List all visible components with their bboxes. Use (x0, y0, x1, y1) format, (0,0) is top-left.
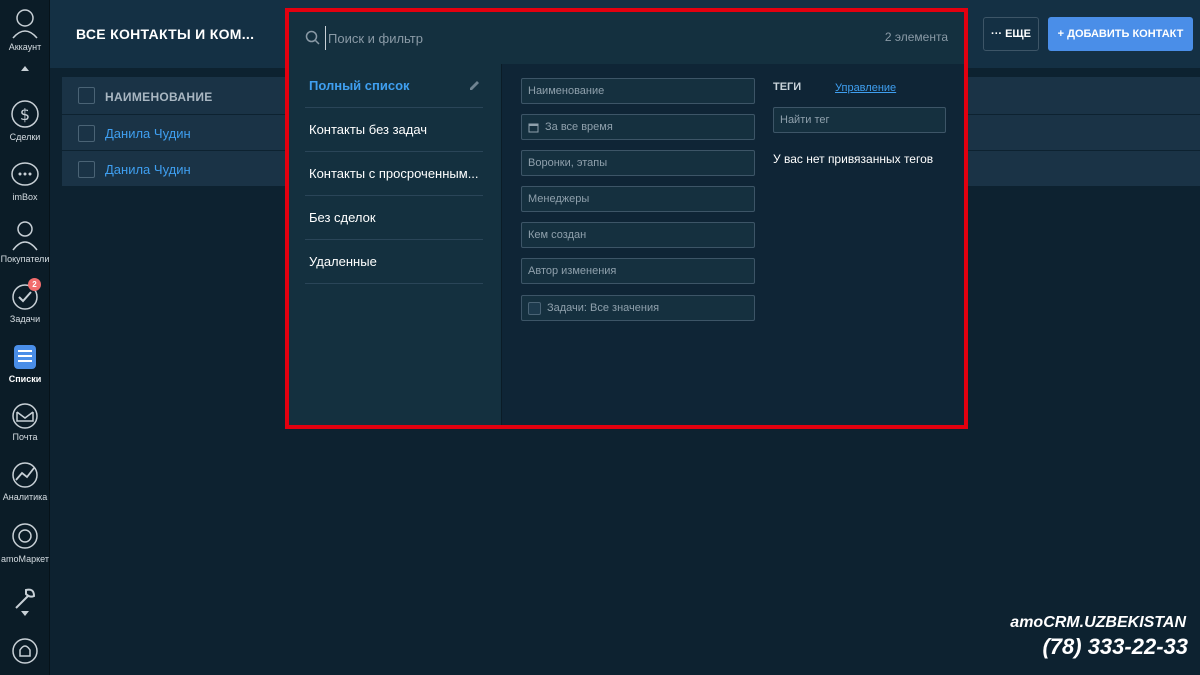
sidebar-item-imbox[interactable]: imBox (0, 160, 50, 202)
lists-icon (14, 345, 36, 369)
filter-name-field[interactable]: Наименование (521, 78, 755, 104)
chat-icon (11, 162, 39, 186)
sidebar-item-label: Аккаунт (8, 42, 42, 52)
contact-link[interactable]: Данила Чудин (105, 162, 191, 177)
sidebar-item-label: Аналитика (2, 492, 48, 502)
filter-search-bar: 2 элемента (289, 12, 964, 64)
sidebar-item-lists[interactable]: Списки (0, 342, 50, 384)
svg-text:$: $ (20, 105, 30, 124)
sidebar-item-label: Почта (12, 432, 38, 442)
left-sidebar: Аккаунт $ Сделки imBox Покупатели 2 Зада… (0, 0, 50, 675)
sidebar-item-label: Покупатели (0, 254, 50, 264)
filter-panel: 2 элемента Полный список Контакты без за… (285, 8, 968, 429)
contact-link[interactable]: Данила Чудин (105, 126, 191, 141)
tags-manage-link[interactable]: Управление (835, 82, 896, 94)
mail-icon (12, 403, 38, 429)
preset-full-list[interactable]: Полный список (305, 64, 483, 108)
tags-title: ТЕГИ (773, 81, 802, 93)
select-all-checkbox[interactable] (78, 87, 95, 104)
settings-icon (15, 588, 36, 609)
page-title[interactable]: ВСЕ КОНТАКТЫ И КОМ... (76, 26, 254, 42)
sidebar-item-label: Списки (8, 374, 42, 384)
preset-overdue[interactable]: Контакты с просроченным... (305, 152, 483, 196)
add-contact-button[interactable]: + ДОБАВИТЬ КОНТАКТ (1048, 17, 1193, 51)
column-header-name[interactable]: НАИМЕНОВАНИЕ (105, 90, 213, 104)
dollar-icon: $ (11, 100, 39, 128)
filter-created-by-field[interactable]: Кем создан (521, 222, 755, 248)
filter-tasks-field[interactable]: Задачи: Все значения (521, 295, 755, 321)
sidebar-item-customers[interactable]: Покупатели (0, 218, 50, 264)
tasks-badge: 2 (28, 278, 41, 291)
search-icon (305, 30, 320, 45)
sidebar-item-label: amoМаркет (1, 554, 49, 564)
tasks-checkbox[interactable] (528, 301, 541, 315)
chevron-up-icon (21, 66, 29, 71)
row-checkbox[interactable] (78, 125, 95, 142)
customers-icon (12, 221, 38, 251)
chevron-down-icon (21, 611, 29, 616)
sidebar-scroll-up[interactable] (0, 64, 50, 74)
watermark-phone: (78) 333-22-33 (1042, 634, 1188, 659)
analytics-icon (12, 462, 38, 488)
preset-no-deals[interactable]: Без сделок (305, 196, 483, 240)
sidebar-item-deals[interactable]: $ Сделки (0, 98, 50, 142)
filter-date-field[interactable]: За все время (521, 114, 755, 140)
row-checkbox[interactable] (78, 161, 95, 178)
avatar-icon (12, 9, 38, 39)
sidebar-scroll-down[interactable] (0, 610, 50, 620)
tasks-field-label: Задачи: Все значения (547, 302, 660, 314)
sidebar-item-label: Сделки (9, 132, 41, 142)
sidebar-item-label: imBox (12, 192, 38, 202)
preset-no-tasks[interactable]: Контакты без задач (305, 108, 483, 152)
sidebar-item-analytics[interactable]: Аналитика (0, 460, 50, 502)
preset-deleted[interactable]: Удаленные (305, 240, 483, 284)
filter-modified-by-field[interactable]: Автор изменения (521, 258, 755, 284)
preset-label: Полный список (309, 78, 410, 93)
sidebar-item-market[interactable]: amoМаркет (0, 520, 50, 564)
pencil-icon[interactable] (468, 79, 481, 92)
result-count: 2 элемента (884, 30, 948, 44)
tag-search-input[interactable]: Найти тег (773, 107, 946, 133)
no-tags-message: У вас нет привязанных тегов (773, 152, 934, 166)
sidebar-item-mail[interactable]: Почта (0, 402, 50, 442)
sidebar-item-label: Задачи (9, 314, 41, 324)
sidebar-item-notifications[interactable] (0, 636, 50, 668)
search-input[interactable] (325, 26, 745, 50)
watermark-brand: amoCRM.UZBEKISTAN (1010, 614, 1186, 631)
filter-managers-field[interactable]: Менеджеры (521, 186, 755, 212)
bell-icon (12, 638, 38, 664)
calendar-icon (528, 123, 539, 133)
filter-pipelines-field[interactable]: Воронки, этапы (521, 150, 755, 176)
market-icon (12, 523, 38, 549)
sidebar-item-tasks[interactable]: 2 Задачи (0, 278, 50, 324)
sidebar-item-account[interactable]: Аккаунт (0, 6, 50, 52)
preset-list: Полный список Контакты без задач Контакт… (289, 64, 502, 425)
more-button[interactable]: ··· ЕЩЕ (983, 17, 1039, 51)
date-field-label: За все время (545, 121, 613, 133)
